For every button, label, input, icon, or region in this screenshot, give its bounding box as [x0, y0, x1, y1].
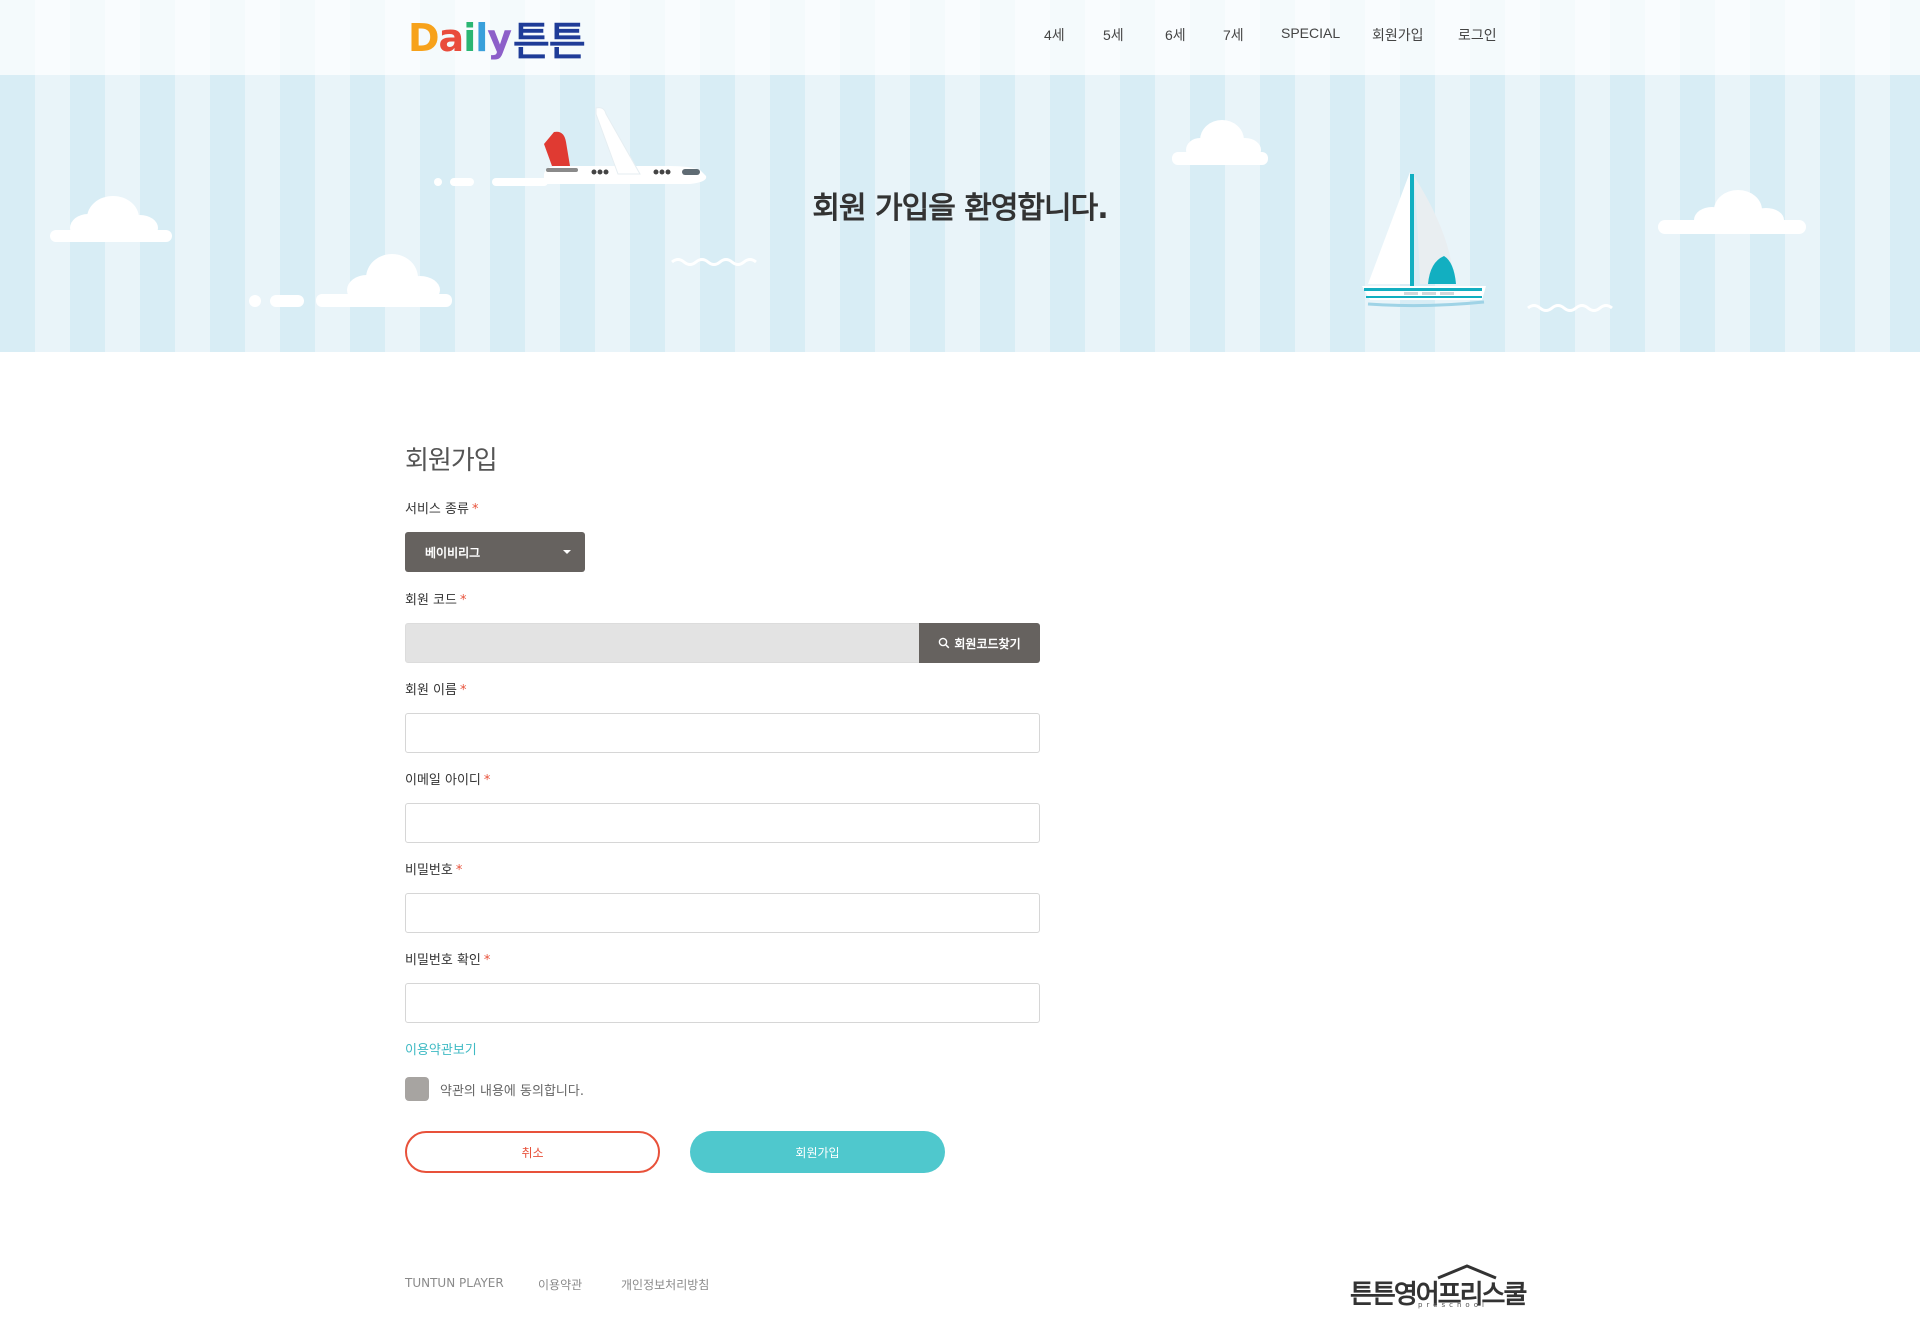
button-label: 취소	[521, 1145, 544, 1160]
required-mark: *	[459, 683, 467, 698]
agree-terms-checkbox[interactable]	[405, 1077, 429, 1101]
view-terms-link[interactable]: 이용약관보기	[405, 1039, 477, 1058]
member-code-input[interactable]	[405, 623, 920, 663]
footer-link-tuntun-player[interactable]: TUNTUN PLAYER	[405, 1276, 504, 1290]
nav-item-age4[interactable]: 4세	[1044, 25, 1065, 45]
select-value: 베이비리그	[425, 545, 481, 560]
footer-link-privacy[interactable]: 개인정보처리방침	[621, 1276, 709, 1293]
signup-submit-button[interactable]: 회원가입	[690, 1131, 945, 1173]
required-mark: *	[483, 953, 491, 968]
footer-logo-subtext: preschool	[1418, 1301, 1488, 1309]
cloud-icon	[1172, 120, 1268, 165]
button-label: 회원가입	[795, 1145, 840, 1160]
nav-item-age7[interactable]: 7세	[1223, 25, 1244, 45]
dash-decoration	[249, 295, 304, 307]
wave-decoration	[1527, 304, 1613, 312]
nav-item-special[interactable]: SPECIAL	[1281, 25, 1340, 41]
nav-item-age6[interactable]: 6세	[1165, 25, 1186, 45]
page-title: 회원가입	[405, 446, 498, 476]
field-label-text: 회원 코드	[405, 593, 457, 608]
password-input[interactable]	[405, 893, 1040, 933]
required-mark: *	[483, 773, 491, 788]
hero-banner: D a i l y 튼튼 4세 5세 6세 7세 SPECIAL 회원가입 로그…	[0, 0, 1920, 352]
field-label-text: 비밀번호	[405, 863, 453, 878]
button-label: 회원코드찾기	[954, 636, 1021, 651]
search-icon	[939, 637, 950, 649]
caret-down-icon	[563, 550, 571, 554]
airplane-icon	[544, 107, 707, 184]
field-label-text: 서비스 종류	[405, 502, 469, 517]
cloud-icon	[316, 254, 452, 307]
nav-item-login[interactable]: 로그인	[1458, 25, 1497, 45]
agree-terms-label[interactable]: 약관의 내용에 동의합니다.	[440, 1080, 584, 1099]
main-navigation: 4세 5세 6세 7세 SPECIAL 회원가입 로그인	[0, 25, 1920, 47]
field-label-text: 회원 이름	[405, 683, 457, 698]
password-label: 비밀번호 *	[405, 859, 462, 878]
email-id-label: 이메일 아이디 *	[405, 769, 490, 788]
nav-item-signup[interactable]: 회원가입	[1372, 25, 1424, 45]
footer-logo: 튼튼영어프리스쿨 preschool	[1346, 1264, 1527, 1310]
member-name-label: 회원 이름 *	[405, 679, 466, 698]
hero-title: 회원 가입을 환영합니다.	[812, 191, 1108, 226]
member-code-label: 회원 코드 *	[405, 589, 466, 608]
field-label-text: 비밀번호 확인	[405, 953, 481, 968]
wave-decoration	[671, 258, 757, 266]
password-confirm-label: 비밀번호 확인 *	[405, 949, 490, 968]
required-mark: *	[471, 502, 479, 517]
email-id-input[interactable]	[405, 803, 1040, 843]
find-member-code-button[interactable]: 회원코드찾기	[919, 623, 1040, 663]
field-label-text: 이메일 아이디	[405, 773, 481, 788]
nav-item-age5[interactable]: 5세	[1103, 25, 1124, 45]
member-name-input[interactable]	[405, 713, 1040, 753]
service-type-label: 서비스 종류 *	[405, 498, 478, 517]
password-confirm-input[interactable]	[405, 983, 1040, 1023]
required-mark: *	[455, 863, 463, 878]
footer-link-terms[interactable]: 이용약관	[538, 1276, 582, 1293]
cancel-button[interactable]: 취소	[405, 1131, 660, 1173]
service-type-select[interactable]: 베이비리그	[405, 532, 585, 572]
required-mark: *	[459, 593, 467, 608]
